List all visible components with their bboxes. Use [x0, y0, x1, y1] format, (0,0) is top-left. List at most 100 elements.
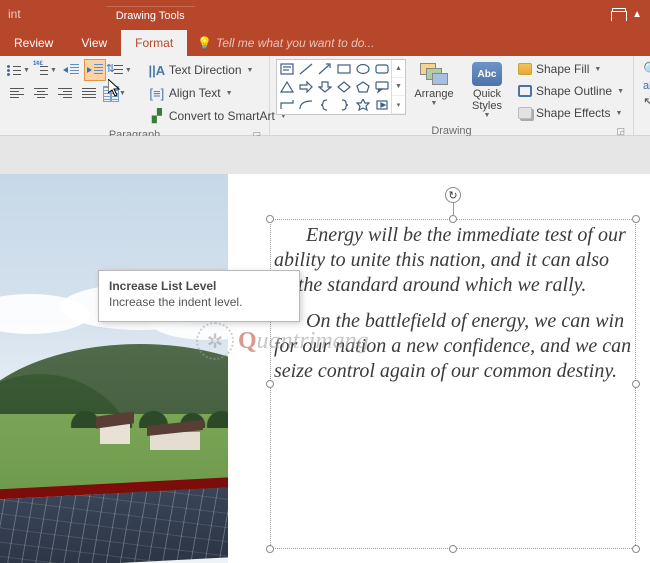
bullets-icon — [7, 64, 21, 76]
shape-oval-icon[interactable] — [353, 60, 372, 78]
text-direction-icon: ||A — [149, 62, 165, 78]
shape-action-icon[interactable] — [372, 96, 391, 114]
shape-pentagon-icon[interactable] — [353, 78, 372, 96]
replace-button[interactable]: ab — [643, 80, 650, 92]
increase-indent-button[interactable] — [84, 59, 106, 81]
shape-connector-elbow-icon[interactable] — [277, 96, 296, 114]
shape-effects-icon — [518, 107, 532, 119]
tooltip-title: Increase List Level — [109, 279, 289, 293]
gallery-scroll-down-icon[interactable]: ▼ — [392, 78, 405, 96]
shape-star-icon[interactable] — [353, 96, 372, 114]
shape-callout-icon[interactable] — [372, 78, 391, 96]
gallery-scroll-up-icon[interactable]: ▲ — [392, 60, 405, 78]
align-left-button[interactable] — [6, 82, 28, 104]
shape-rectangle-icon[interactable] — [334, 60, 353, 78]
shape-fill-label: Shape Fill — [536, 62, 589, 76]
group-drawing: ▲ ▼ ▾ Arrange ▼ Abc Quick Styles ▼ Shape… — [270, 56, 634, 135]
slide-edit-area[interactable]: ↻ Energy will be the immediate test of o… — [0, 136, 650, 563]
resize-handle-tr[interactable] — [632, 215, 640, 223]
decrease-indent-button[interactable] — [60, 59, 82, 81]
watermark-badge-icon: ✲ — [196, 322, 234, 360]
tooltip-body: Increase the indent level. — [109, 295, 289, 309]
shape-textbox-icon[interactable] — [277, 60, 296, 78]
quick-styles-icon: Abc — [472, 62, 502, 86]
shape-diamond-icon[interactable] — [334, 78, 353, 96]
justify-button[interactable] — [78, 82, 100, 104]
resize-handle-ml[interactable] — [266, 380, 274, 388]
tell-me-placeholder: Tell me what you want to do... — [216, 36, 374, 50]
restore-window-icon[interactable] — [612, 8, 626, 20]
quick-styles-label: Quick Styles — [472, 88, 502, 112]
shape-fill-icon — [518, 63, 532, 75]
shape-line-icon[interactable] — [296, 60, 315, 78]
increase-indent-icon — [87, 63, 103, 77]
align-text-button[interactable]: [≡] Align Text▼ — [145, 82, 291, 104]
columns-button[interactable]: ▼ — [102, 82, 127, 104]
align-left-icon — [10, 87, 24, 99]
text-box[interactable]: ↻ Energy will be the immediate test of o… — [270, 219, 636, 549]
text-direction-label: Text Direction — [169, 63, 242, 77]
arrange-icon — [420, 63, 448, 85]
smartart-icon: ▞ — [149, 108, 165, 124]
ribbon: ▼ ▼ ▼ ▼ ||A Text Direction▼ — [0, 56, 650, 136]
shapes-gallery[interactable]: ▲ ▼ ▾ — [276, 59, 406, 115]
resize-handle-mr[interactable] — [632, 380, 640, 388]
paragraph-1[interactable]: Energy will be the immediate test of our… — [274, 223, 632, 297]
line-spacing-button[interactable]: ▼ — [108, 59, 133, 81]
shape-triangle-icon[interactable] — [277, 78, 296, 96]
find-button[interactable]: 🔍 — [643, 61, 650, 78]
shape-outline-button[interactable]: Shape Outline▼ — [515, 81, 627, 101]
title-bar: int Drawing Tools ▲ — [0, 0, 650, 28]
line-spacing-icon — [109, 63, 123, 77]
align-center-icon — [34, 87, 48, 99]
shape-rounded-rect-icon[interactable] — [372, 60, 391, 78]
resize-handle-bl[interactable] — [266, 545, 274, 553]
shape-outline-label: Shape Outline — [536, 84, 612, 98]
quick-styles-button[interactable]: Abc Quick Styles ▼ — [462, 59, 512, 121]
text-box-content[interactable]: Energy will be the immediate test of our… — [274, 223, 632, 545]
resize-handle-br[interactable] — [632, 545, 640, 553]
shape-effects-button[interactable]: Shape Effects▼ — [515, 103, 627, 123]
watermark-text: Quantrimang — [238, 328, 369, 355]
tab-view[interactable]: View — [67, 30, 121, 56]
bullets-button[interactable]: ▼ — [6, 59, 31, 81]
group-paragraph: ▼ ▼ ▼ ▼ ||A Text Direction▼ — [0, 56, 270, 135]
convert-smartart-button[interactable]: ▞ Convert to SmartArt▼ — [145, 105, 291, 127]
resize-handle-tl[interactable] — [266, 215, 274, 223]
shape-arrow-line-icon[interactable] — [315, 60, 334, 78]
shape-fill-button[interactable]: Shape Fill▼ — [515, 59, 627, 79]
rotate-handle-icon[interactable]: ↻ — [445, 187, 461, 203]
shape-lbrace-icon[interactable] — [315, 96, 334, 114]
shape-connector-curve-icon[interactable] — [296, 96, 315, 114]
gallery-more-icon[interactable]: ▾ — [392, 96, 405, 114]
slide-canvas[interactable]: ↻ Energy will be the immediate test of o… — [0, 174, 650, 563]
group-editing-partial: 🔍 ab ↖ — [634, 56, 650, 135]
numbering-icon — [34, 64, 48, 76]
arrange-label: Arrange — [414, 88, 453, 100]
convert-smartart-label: Convert to SmartArt — [169, 109, 275, 123]
tab-review[interactable]: Review — [0, 30, 67, 56]
text-direction-button[interactable]: ||A Text Direction▼ — [145, 59, 291, 81]
watermark: ✲ Quantrimang — [196, 322, 369, 360]
arrange-button[interactable]: Arrange ▼ — [409, 59, 459, 121]
justify-icon — [82, 87, 96, 99]
shape-rbrace-icon[interactable] — [334, 96, 353, 114]
tell-me-search[interactable]: 💡 Tell me what you want to do... — [193, 30, 378, 56]
resize-handle-tm[interactable] — [449, 215, 457, 223]
lightbulb-icon: 💡 — [197, 36, 212, 50]
decrease-indent-icon — [63, 63, 79, 77]
shape-effects-label: Shape Effects — [536, 106, 611, 120]
shape-arrow-right-icon[interactable] — [296, 78, 315, 96]
align-center-button[interactable] — [30, 82, 52, 104]
resize-handle-bm[interactable] — [449, 545, 457, 553]
align-right-button[interactable] — [54, 82, 76, 104]
slide-image[interactable] — [0, 174, 228, 563]
tab-format[interactable]: Format — [121, 30, 187, 56]
select-button[interactable]: ↖ — [643, 94, 650, 110]
align-text-label: Align Text — [169, 86, 221, 100]
numbering-button[interactable]: ▼ — [33, 59, 58, 81]
ribbon-display-options-icon[interactable]: ▲ — [632, 9, 642, 20]
ribbon-tabs: Review View Format 💡 Tell me what you wa… — [0, 28, 650, 56]
shape-arrow-down-icon[interactable] — [315, 78, 334, 96]
align-text-icon: [≡] — [149, 85, 165, 101]
